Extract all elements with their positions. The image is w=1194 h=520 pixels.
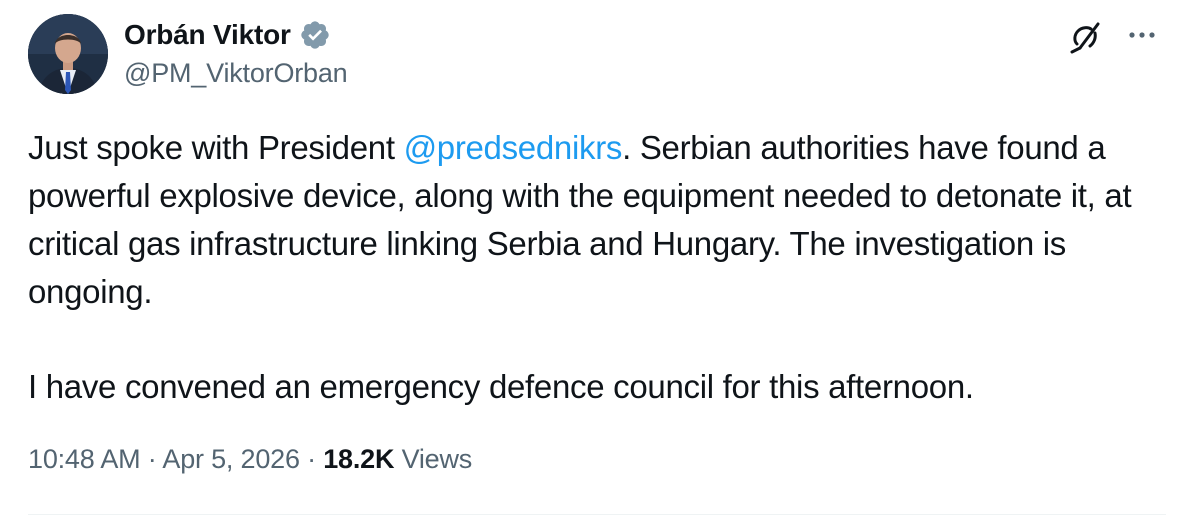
author-display-name[interactable]: Orbán Viktor <box>124 19 291 51</box>
divider <box>28 514 1166 515</box>
meta-separator: · <box>140 444 163 474</box>
post-date[interactable]: Apr 5, 2026 <box>162 444 300 474</box>
author-name-row: Orbán Viktor <box>124 16 331 54</box>
post-paragraph-1: Just spoke with President @predsednikrs.… <box>28 124 1178 316</box>
post-time[interactable]: 10:48 AM <box>28 444 141 474</box>
more-options-icon[interactable] <box>1124 22 1160 48</box>
grok-icon[interactable] <box>1066 18 1104 56</box>
views-label: Views <box>394 444 473 474</box>
tweet-card: Orbán Viktor @PM_ViktorOrban Just spoke … <box>0 0 1194 520</box>
views-count[interactable]: 18.2K <box>323 444 394 474</box>
meta-separator: · <box>299 444 324 474</box>
post-paragraph-2: I have convened an emergency defence cou… <box>28 368 974 405</box>
post-text-intro: Just spoke with President <box>28 129 404 166</box>
mention-link[interactable]: @predsednikrs <box>404 129 623 166</box>
post-meta: 10:48 AM · Apr 5, 2026 · 18.2K Views <box>28 444 472 475</box>
post-text: Just spoke with President @predsednikrs.… <box>28 124 1178 316</box>
author-handle[interactable]: @PM_ViktorOrban <box>124 58 348 89</box>
verified-badge-icon[interactable] <box>299 19 331 51</box>
avatar[interactable] <box>28 14 108 94</box>
avatar-image <box>28 14 108 94</box>
